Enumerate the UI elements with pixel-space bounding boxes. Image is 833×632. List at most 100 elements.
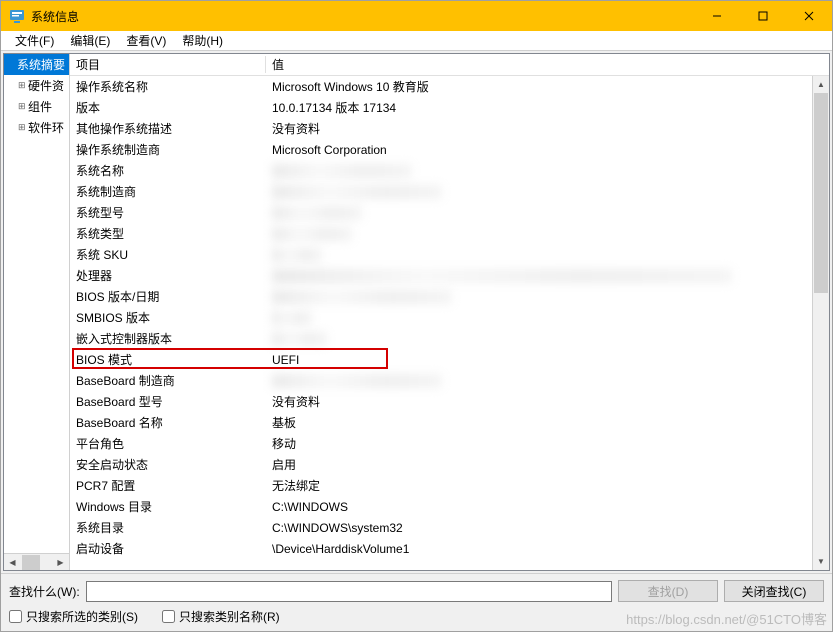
checkbox-icon[interactable] <box>162 610 175 623</box>
row-name: 嵌入式控制器版本 <box>70 330 266 347</box>
table-row[interactable]: 平台角色移动 <box>70 433 829 454</box>
table-row[interactable]: PCR7 配置无法绑定 <box>70 475 829 496</box>
tree-item-label: 系统摘要 <box>17 56 65 73</box>
row-value: C:\WINDOWS\system32 <box>266 521 829 535</box>
search-category-names-only-checkbox[interactable]: 只搜索类别名称(R) <box>162 608 280 625</box>
row-value <box>266 164 829 178</box>
close-button[interactable] <box>786 1 832 31</box>
row-name: 操作系统名称 <box>70 78 266 95</box>
row-name: 系统制造商 <box>70 183 266 200</box>
row-value <box>266 269 829 283</box>
table-row[interactable]: 操作系统制造商Microsoft Corporation <box>70 139 829 160</box>
row-name: 系统 SKU <box>70 246 266 263</box>
table-row[interactable]: 处理器 <box>70 265 829 286</box>
row-name: 系统型号 <box>70 204 266 221</box>
search-input[interactable] <box>86 581 612 602</box>
table-row[interactable]: 系统制造商 <box>70 181 829 202</box>
column-header-item[interactable]: 项目 <box>70 56 266 73</box>
row-value: Microsoft Windows 10 教育版 <box>266 78 829 95</box>
tree-item[interactable]: ⊞软件环 <box>4 117 69 138</box>
table-row[interactable]: 其他操作系统描述没有资料 <box>70 118 829 139</box>
row-value: 没有资料 <box>266 120 829 137</box>
scroll-thumb[interactable] <box>814 93 828 293</box>
details-pane: 项目 值 操作系统名称Microsoft Windows 10 教育版版本10.… <box>70 54 829 570</box>
tree-item[interactable]: ⊞硬件资 <box>4 75 69 96</box>
row-name: 系统目录 <box>70 519 266 536</box>
menu-edit[interactable]: 编辑(E) <box>62 30 118 51</box>
row-value <box>266 227 829 241</box>
row-name: 系统名称 <box>70 162 266 179</box>
search-label: 查找什么(W): <box>9 583 80 600</box>
row-value <box>266 290 829 304</box>
row-value <box>266 206 829 220</box>
table-row[interactable]: 版本10.0.17134 版本 17134 <box>70 97 829 118</box>
menu-file[interactable]: 文件(F) <box>7 30 62 51</box>
expander-icon[interactable]: ⊞ <box>18 101 28 112</box>
table-row[interactable]: 操作系统名称Microsoft Windows 10 教育版 <box>70 76 829 97</box>
tree-item-label: 硬件资 <box>28 77 64 94</box>
row-value <box>266 311 829 325</box>
row-name: 平台角色 <box>70 435 266 452</box>
minimize-button[interactable] <box>694 1 740 31</box>
table-row[interactable]: BaseBoard 型号没有资料 <box>70 391 829 412</box>
row-value: 移动 <box>266 435 829 452</box>
expander-icon[interactable]: ⊞ <box>18 80 28 91</box>
table-row[interactable]: BIOS 模式UEFI <box>70 349 829 370</box>
row-value: 10.0.17134 版本 17134 <box>266 99 829 116</box>
row-name: 安全启动状态 <box>70 456 266 473</box>
row-value: Microsoft Corporation <box>266 143 829 157</box>
table-row[interactable]: 嵌入式控制器版本 <box>70 328 829 349</box>
row-value <box>266 248 829 262</box>
table-row[interactable]: SMBIOS 版本 <box>70 307 829 328</box>
row-name: SMBIOS 版本 <box>70 309 266 326</box>
scroll-left-icon[interactable]: ◀ <box>4 554 21 571</box>
row-name: BIOS 版本/日期 <box>70 288 266 305</box>
expander-icon[interactable]: ⊞ <box>18 122 28 133</box>
table-row[interactable]: BIOS 版本/日期 <box>70 286 829 307</box>
scroll-right-icon[interactable]: ▶ <box>52 554 69 571</box>
table-row[interactable]: 系统目录C:\WINDOWS\system32 <box>70 517 829 538</box>
checkbox-icon[interactable] <box>9 610 22 623</box>
row-name: 处理器 <box>70 267 266 284</box>
table-row[interactable]: Windows 目录C:\WINDOWS <box>70 496 829 517</box>
row-name: Windows 目录 <box>70 498 266 515</box>
table-row[interactable]: 系统 SKU <box>70 244 829 265</box>
column-header-value[interactable]: 值 <box>266 56 829 73</box>
row-value: 没有资料 <box>266 393 829 410</box>
table-row[interactable]: 安全启动状态启用 <box>70 454 829 475</box>
maximize-button[interactable] <box>740 1 786 31</box>
row-name: BaseBoard 型号 <box>70 393 266 410</box>
vertical-scrollbar[interactable]: ▲ ▼ <box>812 76 829 570</box>
scroll-up-icon[interactable]: ▲ <box>813 76 830 93</box>
row-value <box>266 332 829 346</box>
table-row[interactable]: 系统类型 <box>70 223 829 244</box>
row-name: 其他操作系统描述 <box>70 120 266 137</box>
tree-item[interactable]: ⊞组件 <box>4 96 69 117</box>
close-find-button[interactable]: 关闭查找(C) <box>724 580 824 602</box>
row-name: 系统类型 <box>70 225 266 242</box>
row-value: 基板 <box>266 414 829 431</box>
row-name: PCR7 配置 <box>70 477 266 494</box>
table-row[interactable]: BaseBoard 制造商 <box>70 370 829 391</box>
find-button[interactable]: 查找(D) <box>618 580 718 602</box>
scroll-down-icon[interactable]: ▼ <box>813 553 830 570</box>
menu-view[interactable]: 查看(V) <box>118 30 174 51</box>
search-selected-only-checkbox[interactable]: 只搜索所选的类别(S) <box>9 608 138 625</box>
row-value: C:\WINDOWS <box>266 500 829 514</box>
row-name: 版本 <box>70 99 266 116</box>
scroll-thumb[interactable] <box>22 555 40 570</box>
table-row[interactable]: 系统名称 <box>70 160 829 181</box>
tree-item-label: 组件 <box>28 98 52 115</box>
menu-help[interactable]: 帮助(H) <box>174 30 231 51</box>
row-value <box>266 185 829 199</box>
table-row[interactable]: 系统型号 <box>70 202 829 223</box>
tree-horizontal-scrollbar[interactable]: ◀ ▶ <box>4 553 69 570</box>
tree-item[interactable]: 系统摘要 <box>4 54 69 75</box>
row-value: 无法绑定 <box>266 477 829 494</box>
category-tree[interactable]: 系统摘要⊞硬件资⊞组件⊞软件环 ◀ ▶ <box>4 54 70 570</box>
table-row[interactable]: BaseBoard 名称基板 <box>70 412 829 433</box>
row-value <box>266 374 829 388</box>
table-row[interactable]: 启动设备\Device\HarddiskVolume1 <box>70 538 829 559</box>
row-value: \Device\HarddiskVolume1 <box>266 542 829 556</box>
row-name: 启动设备 <box>70 540 266 557</box>
